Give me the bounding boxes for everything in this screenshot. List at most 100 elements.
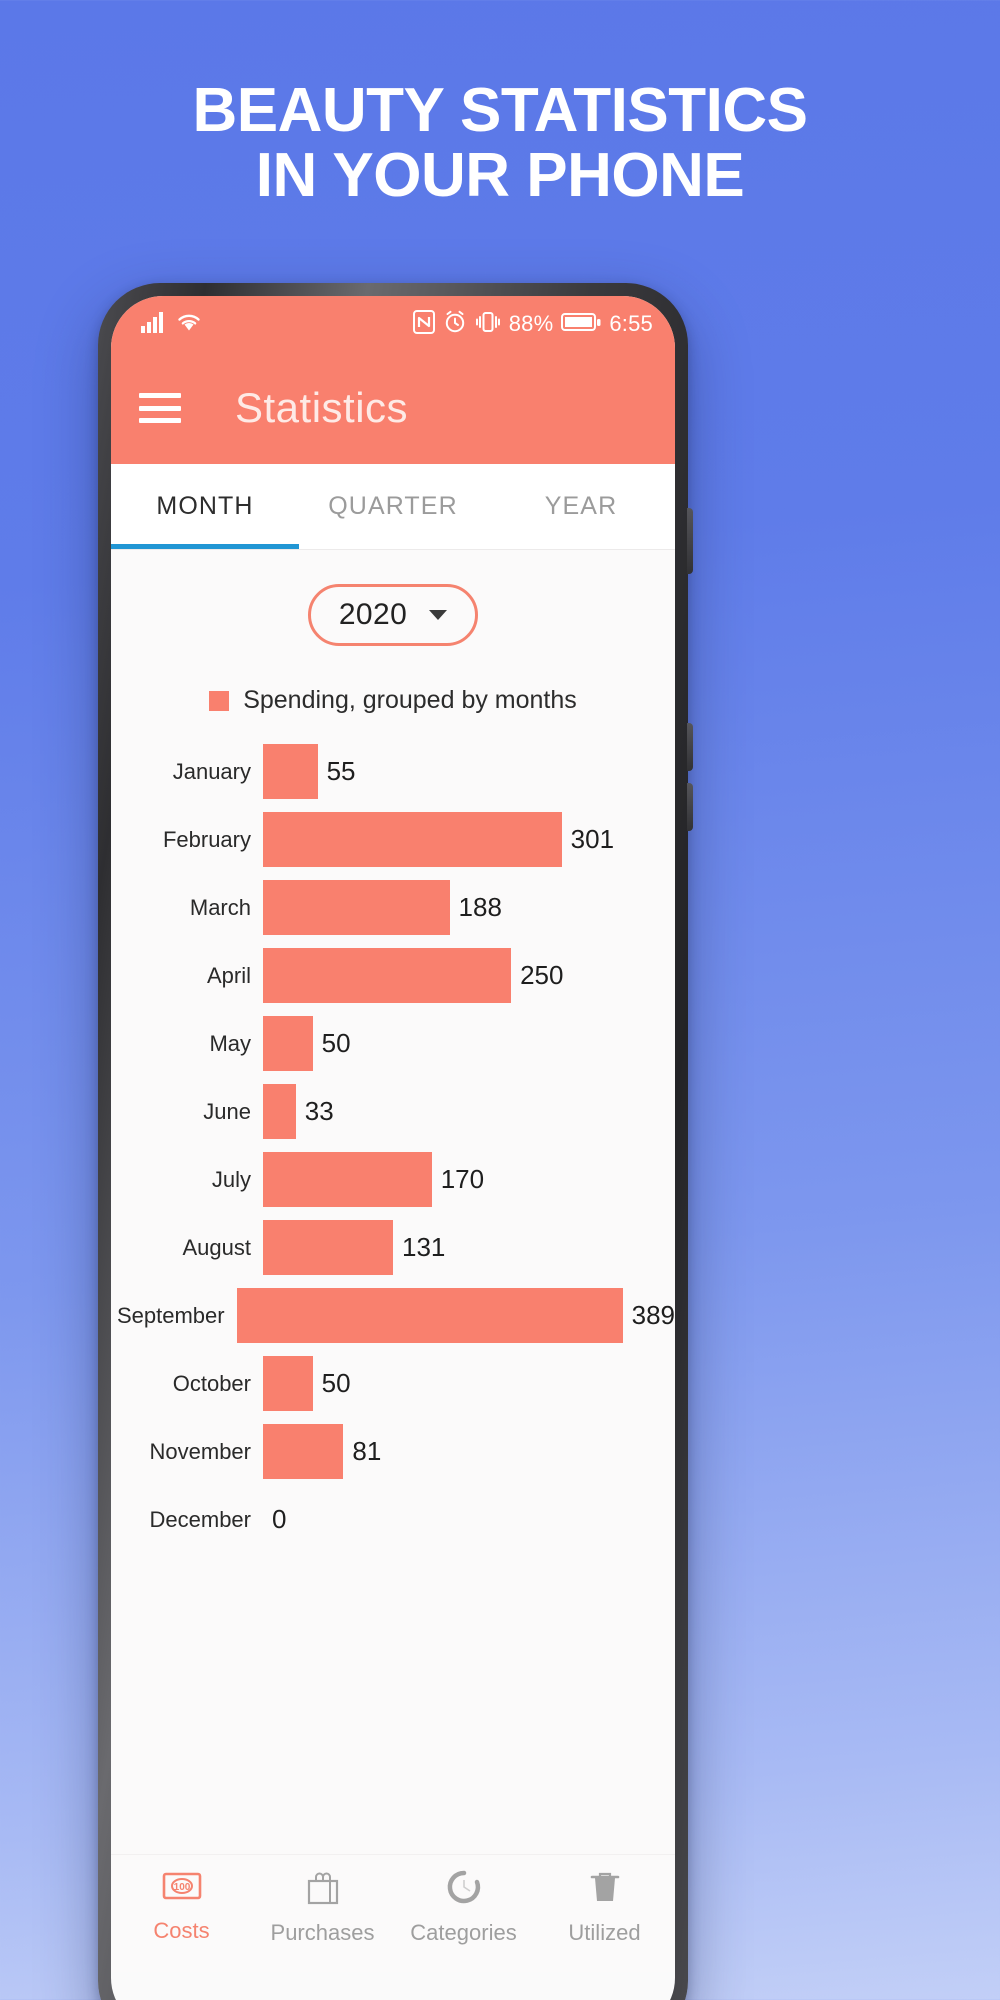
statistics-content: 2020 Spending, grouped by months January… (111, 550, 675, 1972)
nav-item-categories[interactable]: Categories (393, 1869, 534, 1946)
bar-value-label: 389 (631, 1300, 675, 1330)
app-bar: Statistics (111, 352, 675, 464)
bar-value-label: 81 (352, 1436, 382, 1466)
bar-track: 389 (236, 1288, 675, 1343)
bar-category-label: July (211, 1166, 251, 1192)
spending-bar-chart: January 55 February 301 March 188 April 250 May 5… (111, 739, 675, 1552)
phone-device: 88% 6:55 Statistics MONTH QUARTER YEAR 2… (98, 283, 693, 2000)
bar-category-label: February (162, 826, 251, 852)
bar-fill (263, 1152, 432, 1207)
bar-fill (263, 744, 318, 799)
bar-category-label: September (116, 1302, 225, 1328)
bar-row: April 250 (111, 943, 675, 1008)
bar-value-label: 55 (326, 756, 356, 786)
bar-row: August 131 (111, 1215, 675, 1280)
status-bar: 88% 6:55 (111, 296, 675, 352)
bar-category-label: May (209, 1030, 251, 1056)
bar-fill (263, 1424, 344, 1479)
bar-value-label: 33 (304, 1096, 334, 1126)
chart-legend: Spending, grouped by months (111, 686, 675, 715)
bar-value-label: 0 (272, 1504, 287, 1534)
page-title-line-2: IN YOUR PHONE (255, 141, 745, 211)
trash-icon (588, 1869, 622, 1910)
bar-value-label: 170 (440, 1164, 485, 1194)
wifi-icon (176, 311, 202, 338)
bar-fill (263, 1356, 313, 1411)
bar-row: December 0 (111, 1487, 675, 1552)
bar-track: 188 (263, 880, 675, 935)
legend-swatch (209, 690, 230, 711)
bar-row: May 50 (111, 1011, 675, 1076)
bar-track: 81 (263, 1424, 675, 1479)
bar-track: 250 (263, 948, 675, 1003)
bar-row: January 55 (111, 739, 675, 804)
bar-fill (263, 880, 450, 935)
bar-value-label: 301 (570, 824, 615, 854)
bar-category-label: November (149, 1438, 251, 1464)
bar-track: 131 (263, 1220, 675, 1275)
hamburger-icon[interactable] (139, 393, 181, 423)
tab-month-label: MONTH (156, 492, 254, 520)
tab-quarter-label: QUARTER (328, 492, 458, 520)
tab-month[interactable]: MONTH (111, 464, 299, 549)
bar-row: July 170 (111, 1147, 675, 1212)
bar-value-label: 131 (401, 1232, 446, 1262)
bar-value-label: 50 (321, 1368, 351, 1398)
nav-item-utilized-label: Utilized (568, 1920, 641, 1945)
chevron-down-icon (429, 610, 448, 620)
nav-item-categories-label: Categories (410, 1920, 517, 1945)
shopping-bag-icon (304, 1869, 342, 1910)
status-bar-left (141, 311, 202, 338)
year-filter-row: 2020 (111, 584, 675, 646)
app-bar-title: Statistics (235, 384, 409, 431)
bar-track: 170 (263, 1152, 675, 1207)
bar-row: March 188 (111, 875, 675, 940)
bar-fill (263, 1220, 393, 1275)
status-bar-right: 88% 6:55 (412, 309, 653, 339)
bar-category-label: April (206, 962, 251, 988)
bar-row: February 301 (111, 807, 675, 872)
donut-chart-icon (446, 1869, 482, 1910)
bar-track: 55 (263, 744, 675, 799)
volume-down-button[interactable] (687, 783, 693, 831)
bar-track: 33 (263, 1084, 675, 1139)
signal-icon (141, 311, 167, 338)
banknote-100-icon: 100 (162, 1869, 202, 1908)
year-dropdown-value: 2020 (338, 598, 408, 631)
tab-quarter[interactable]: QUARTER (299, 464, 487, 549)
volume-up-button[interactable] (687, 723, 693, 771)
bar-value-label: 50 (321, 1028, 351, 1058)
bar-value-label: 250 (520, 960, 564, 990)
nav-item-purchases-label: Purchases (270, 1920, 375, 1945)
bar-fill (263, 948, 512, 1003)
bar-fill (236, 1288, 623, 1343)
clock-label: 6:55 (609, 311, 653, 336)
bar-fill (263, 1016, 313, 1071)
nfc-icon (412, 309, 435, 339)
bar-row: October 50 (111, 1351, 675, 1416)
nav-item-purchases[interactable]: Purchases (252, 1869, 393, 1946)
bar-track: 50 (263, 1356, 675, 1411)
svg-text:100: 100 (173, 1882, 190, 1893)
nav-item-costs[interactable]: 100 Costs (111, 1869, 252, 1944)
bar-track: 301 (263, 812, 675, 867)
bar-value-label: 188 (458, 892, 502, 922)
bar-track: 50 (263, 1016, 675, 1071)
bar-category-label: January (172, 758, 251, 784)
bar-fill (263, 1084, 296, 1139)
bar-category-label: June (203, 1098, 251, 1124)
nav-item-utilized[interactable]: Utilized (534, 1869, 675, 1946)
bar-row: September 389 (111, 1283, 675, 1348)
page-title-line-1: BEAUTY STATISTICS (192, 76, 808, 145)
bar-fill (263, 812, 562, 867)
year-dropdown[interactable]: 2020 (308, 584, 478, 646)
page-title: BEAUTY STATISTICS IN YOUR PHONE (0, 78, 1000, 208)
bar-category-label: December (149, 1506, 251, 1532)
bar-row: November 81 (111, 1419, 675, 1484)
legend-label: Spending, grouped by months (243, 686, 577, 714)
power-button[interactable] (687, 508, 693, 574)
vibrate-icon (475, 310, 501, 339)
tab-year[interactable]: YEAR (487, 464, 675, 549)
bottom-navigation: 100 Costs Purchases Categories Utilized (111, 1854, 675, 1972)
bar-category-label: August (182, 1234, 252, 1260)
